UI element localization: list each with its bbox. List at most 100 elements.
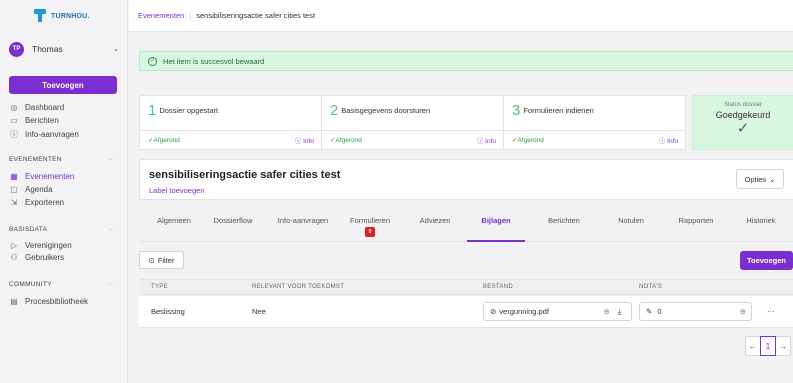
logo-area: TURNHOU. — [0, 0, 127, 32]
tab-historiek[interactable]: Historiek — [746, 208, 775, 242]
dossier-steps: 1 Dossier opgestart ✓Afgerond ⓘ Info 2 B… — [139, 95, 686, 150]
step-title: Basisgegevens doorsturen — [341, 106, 431, 115]
options-label: Opties — [744, 174, 767, 184]
row-menu-icon[interactable]: ··· — [767, 296, 775, 327]
check-icon: ✓ — [736, 120, 750, 137]
chevron-down-icon: ⌄ — [113, 46, 119, 53]
tab-adviezen[interactable]: Adviezen — [420, 208, 451, 242]
tab-dossierflow[interactable]: Dossierflow — [214, 208, 253, 242]
filter-button[interactable]: ⊙ Filter — [139, 251, 184, 269]
sidebar-item-label: Evenementen — [25, 172, 75, 181]
check-circle-icon: ✓ — [148, 56, 157, 66]
step-status: ✓Afgerond — [148, 137, 180, 144]
status-value: Goedgekeurd — [715, 110, 771, 120]
step-status: ✓Afgerond — [330, 137, 362, 144]
sidebar-item-label: Info-aanvragen — [25, 130, 79, 139]
download-icon[interactable]: ⤓ — [613, 307, 626, 317]
tab-notulen[interactable]: Notulen — [618, 208, 644, 242]
step-card: 1 Dossier opgestart ✓Afgerond ⓘ Info — [140, 96, 322, 149]
cell-relevant: Nee — [252, 307, 266, 316]
sidebar-item-gebruikers[interactable]: ⚇ Gebruikers — [9, 253, 64, 262]
breadcrumb-current: sensibiliseringsactie safer cities test — [196, 11, 316, 20]
send-icon: ▷ — [10, 241, 18, 250]
step-card: 2 Basisgegevens doorsturen ✓Afgerond ⓘ I… — [322, 96, 504, 149]
library-icon: ▤ — [10, 297, 18, 306]
tab-algemeen[interactable]: Algemeen — [157, 208, 191, 242]
next-page-button[interactable]: → — [775, 336, 791, 356]
section-menu-icon[interactable]: ··· — [109, 156, 116, 163]
section-title: COMMUNITY — [9, 281, 52, 288]
notes-field: ✎ 0 ⊕ — [639, 302, 752, 321]
paperclip-icon: ⊘ — [490, 307, 497, 316]
add-label-link[interactable]: Label toevoegen — [149, 186, 204, 195]
file-name[interactable]: vergunning.pdf — [499, 307, 600, 316]
tab-label: Notulen — [618, 216, 644, 225]
sidebar-item-label: Procesbibliotheek — [25, 297, 89, 306]
step-card: 3 Formulieren indienen ✓Afgerond ⓘ Info — [504, 96, 685, 149]
section-title: EVENEMENTEN — [9, 156, 62, 163]
success-alert: ✓ Het item is succesvol bewaard — [139, 51, 793, 71]
notes-count: 0 — [657, 307, 662, 316]
tab-formulieren[interactable]: Formulieren 0 — [350, 208, 390, 242]
column-header: NOTA'S — [639, 284, 663, 290]
section-header-community: COMMUNITY ··· — [9, 281, 115, 288]
dashboard-icon: ◎ — [10, 103, 18, 112]
sidebar-item-dashboard[interactable]: ◎ Dashboard — [9, 103, 65, 112]
tab-label: Historiek — [746, 216, 776, 225]
chat-icon: ▭ — [10, 116, 18, 125]
zoom-icon[interactable]: ⊕ — [600, 307, 613, 316]
pagination: ← 1 → — [745, 336, 791, 356]
tab-bar: Algemeen Dossierflow Info-aanvragen Form… — [139, 208, 793, 242]
step-info-link[interactable]: ⓘ Info — [659, 135, 678, 145]
calendar-icon: ▢ — [10, 185, 18, 194]
section-menu-icon[interactable]: ··· — [109, 281, 116, 288]
tab-berichten[interactable]: Berichten — [548, 208, 580, 242]
sidebar-item-evenementen[interactable]: ▦ Evenementen — [9, 172, 74, 181]
sidebar-item-agenda[interactable]: ▢ Agenda — [9, 185, 52, 194]
filter-label: Filter — [157, 255, 175, 265]
sidebar-item-exporteren[interactable]: ⇲ Exporteren — [9, 198, 65, 207]
export-icon: ⇲ — [10, 198, 18, 207]
tab-label: Adviezen — [419, 216, 451, 225]
breadcrumb-parent[interactable]: Evenementen — [138, 11, 184, 20]
column-header: BESTAND — [483, 284, 513, 290]
dossier-header: sensibiliseringsactie safer cities test … — [139, 159, 793, 200]
tab-label: Bijlagen — [481, 216, 511, 225]
section-menu-icon[interactable]: ··· — [109, 226, 116, 233]
zoom-icon[interactable]: ⊕ — [740, 307, 746, 316]
tab-label: Berichten — [548, 216, 580, 225]
user-menu[interactable]: TP Thomas ⌄ — [9, 40, 119, 58]
step-info-link[interactable]: ⓘ Info — [295, 135, 314, 145]
section-header-basisdata: BASISDATA ··· — [9, 226, 115, 233]
section-header-evenementen: EVENEMENTEN ··· — [9, 156, 115, 163]
page-title: sensibiliseringsactie safer cities test — [149, 169, 341, 181]
filter-icon: ⊙ — [148, 255, 155, 265]
tab-bijlagen[interactable]: Bijlagen — [481, 208, 510, 242]
page-number[interactable]: 1 — [760, 336, 776, 356]
sidebar-item-label: Verenigingen — [25, 241, 72, 250]
status-card: Status dossier Goedgekeurd ✓ — [692, 95, 793, 150]
sidebar-item-procesbibliotheek[interactable]: ▤ Procesbibliotheek — [9, 297, 88, 306]
active-tab-indicator — [467, 240, 525, 242]
status-label: Status dossier — [723, 102, 763, 108]
logo[interactable]: TURNHOU. — [32, 9, 90, 23]
tab-label: Rapporten — [678, 216, 714, 225]
tab-label: Dossierflow — [213, 216, 253, 225]
sidebar: TURNHOU. TP Thomas ⌄ Toevoegen ◎ Dashboa… — [0, 0, 128, 383]
sidebar-item-berichten[interactable]: ▭ Berichten — [9, 116, 59, 125]
sidebar-add-button[interactable]: Toevoegen — [9, 76, 117, 94]
file-field: ⊘ vergunning.pdf ⊕ ⤓ — [483, 302, 632, 321]
step-info-link[interactable]: ⓘ Info — [477, 135, 496, 145]
tab-label: Info-aanvragen — [277, 216, 329, 225]
prev-page-button[interactable]: ← — [745, 336, 761, 356]
alert-text: Het item is succesvol bewaard — [163, 56, 265, 66]
column-header: RELEVANT VOOR TOEKOMST — [252, 284, 345, 290]
sidebar-item-info-aanvragen[interactable]: ⓘ Info-aanvragen — [9, 129, 79, 140]
tab-label: Algemeen — [157, 216, 191, 225]
options-button[interactable]: Opties ⌄ — [736, 169, 784, 189]
tab-info-aanvragen[interactable]: Info-aanvragen — [278, 208, 328, 242]
add-attachment-button[interactable]: Toevoegen — [740, 251, 793, 270]
sidebar-item-verenigingen[interactable]: ▷ Verenigingen — [9, 241, 72, 250]
tab-rapporten[interactable]: Rapporten — [678, 208, 713, 242]
pencil-icon: ✎ — [646, 307, 653, 316]
